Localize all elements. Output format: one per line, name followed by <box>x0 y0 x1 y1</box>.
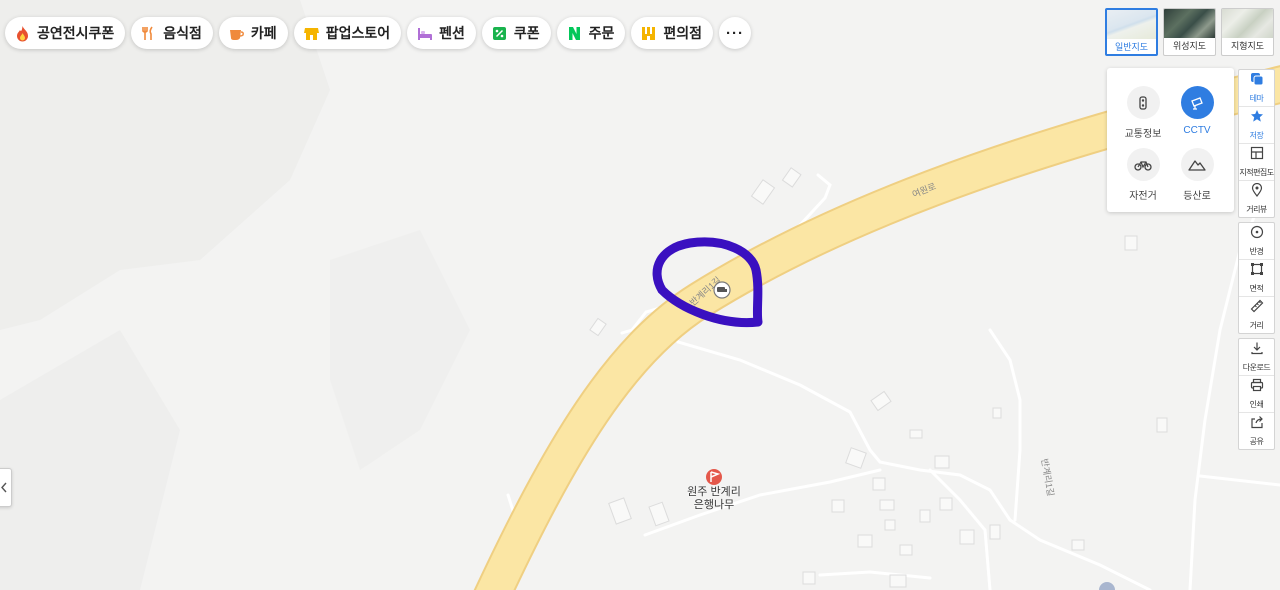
chip-cafe[interactable]: 카페 <box>218 17 288 49</box>
mountain-icon <box>1180 148 1214 181</box>
tool-download[interactable]: 다운로드 <box>1239 339 1274 376</box>
layer-label: 등산로 <box>1183 191 1211 202</box>
radius-icon <box>1250 225 1264 244</box>
chip-restaurant[interactable]: 음식점 <box>131 17 213 49</box>
bed-icon <box>416 25 433 42</box>
chip-label: 주문 <box>588 25 615 41</box>
layer-cctv[interactable]: CCTV <box>1167 86 1227 136</box>
coupon-icon <box>491 25 508 42</box>
tool-label: 거리뷰 <box>1246 205 1267 214</box>
share-icon <box>1250 415 1264 434</box>
tool-label: 면적 <box>1249 284 1264 293</box>
map-type-label: 일반지도 <box>1114 42 1149 52</box>
chevron-left-icon <box>1 482 7 493</box>
tool-label: 인쇄 <box>1249 400 1264 409</box>
tool-distance[interactable]: 거리 <box>1239 297 1274 333</box>
chip-coupon[interactable]: 쿠폰 <box>481 17 551 49</box>
chip-label: 공연전시쿠폰 <box>37 25 115 41</box>
category-chip-bar: 공연전시쿠폰 음식점 카페 팝업스토어 펜션 쿠폰 주문 편의점 ··· <box>5 17 752 49</box>
map-type-normal[interactable]: 일반지도 <box>1105 8 1158 56</box>
chip-performance-coupon[interactable]: 공연전시쿠폰 <box>5 17 126 49</box>
poi-name-line1: 원주 반계리 <box>687 486 741 498</box>
layer-panel: 교통정보 CCTV 자전거 등산로 <box>1107 68 1234 212</box>
chip-convenience-store[interactable]: 편의점 <box>631 17 714 49</box>
store-icon <box>303 25 320 42</box>
tool-label: 반경 <box>1249 247 1264 256</box>
more-categories-button[interactable]: ··· <box>719 17 752 49</box>
poi-name-line2: 은행나무 <box>693 499 735 511</box>
traffic-light-icon <box>1126 86 1160 119</box>
chip-label: 쿠폰 <box>513 25 540 41</box>
tool-area[interactable]: 면적 <box>1239 260 1274 297</box>
map-type-satellite[interactable]: 위성지도 <box>1163 8 1216 56</box>
bicycle-icon <box>1126 148 1160 181</box>
map-type-label: 지형지도 <box>1230 41 1265 51</box>
naver-n-icon <box>566 25 583 42</box>
ruler-icon <box>1250 299 1264 318</box>
chip-label: 카페 <box>250 25 277 41</box>
print-icon <box>1250 378 1264 397</box>
tool-theme[interactable]: 테마 <box>1239 70 1274 107</box>
cup-icon <box>228 25 245 42</box>
chip-label: 음식점 <box>163 25 202 41</box>
chip-label: 편의점 <box>663 25 703 41</box>
tool-cadastral-map[interactable]: 지적편집도 <box>1239 144 1274 181</box>
map-type-normal-thumbnail <box>1107 10 1156 39</box>
layer-label: 자전거 <box>1129 191 1157 202</box>
area-icon <box>1250 262 1264 281</box>
layer-label: 교통정보 <box>1124 129 1162 140</box>
fork-knife-icon <box>140 25 157 42</box>
tool-radius[interactable]: 반경 <box>1239 223 1274 260</box>
fire-icon <box>14 25 31 42</box>
more-icon: ··· <box>726 24 745 42</box>
layer-traffic[interactable]: 교통정보 <box>1113 86 1173 140</box>
chip-pension[interactable]: 펜션 <box>407 17 476 49</box>
poi-label[interactable]: 원주 반계리 은행나무 <box>664 468 764 512</box>
toolbar-group-export: 다운로드 인쇄 공유 <box>1238 338 1275 450</box>
tool-street-view[interactable]: 거리뷰 <box>1239 181 1274 217</box>
convenience-store-icon <box>640 25 657 42</box>
tool-save[interactable]: 저장 <box>1239 107 1274 144</box>
tool-label: 공유 <box>1249 437 1264 446</box>
map-type-satellite-thumbnail <box>1164 9 1215 38</box>
chip-popup-store[interactable]: 팝업스토어 <box>293 17 402 49</box>
download-icon <box>1250 341 1264 360</box>
tool-share[interactable]: 공유 <box>1239 413 1274 449</box>
map-canvas[interactable]: 여원로 반계리1길 반계리1길 <box>0 0 1280 590</box>
layer-hiking-trail[interactable]: 등산로 <box>1167 148 1227 202</box>
street-view-pin-icon <box>1250 182 1264 202</box>
layer-label: CCTV <box>1183 125 1211 136</box>
cctv-marker-icon[interactable] <box>713 281 731 299</box>
layer-bicycle[interactable]: 자전거 <box>1113 148 1173 202</box>
map-type-switcher: 일반지도 위성지도 지형지도 <box>1105 8 1274 56</box>
tool-label: 테마 <box>1249 94 1264 103</box>
toolbar-group-measure: 반경 면적 거리 <box>1238 222 1275 334</box>
tool-label: 저장 <box>1249 131 1264 140</box>
side-panel-toggle[interactable] <box>0 468 12 507</box>
cadastral-map-icon <box>1250 146 1264 165</box>
tool-print[interactable]: 인쇄 <box>1239 376 1274 413</box>
chip-label: 펜션 <box>439 25 465 41</box>
toolbar-group-main: 테마 저장 지적편집도 거리뷰 <box>1238 69 1275 218</box>
chip-label: 팝업스토어 <box>325 25 391 41</box>
tool-label: 지적편집도 <box>1239 168 1274 177</box>
map-type-terrain-thumbnail <box>1222 9 1273 38</box>
theme-icon <box>1250 72 1264 91</box>
tool-label: 거리 <box>1249 321 1264 330</box>
chip-order[interactable]: 주문 <box>556 17 626 49</box>
map-type-label: 위성지도 <box>1172 41 1207 51</box>
cctv-icon <box>1180 86 1214 119</box>
tool-label: 다운로드 <box>1242 363 1271 372</box>
star-icon <box>1250 109 1264 128</box>
map-type-terrain[interactable]: 지형지도 <box>1221 8 1274 56</box>
